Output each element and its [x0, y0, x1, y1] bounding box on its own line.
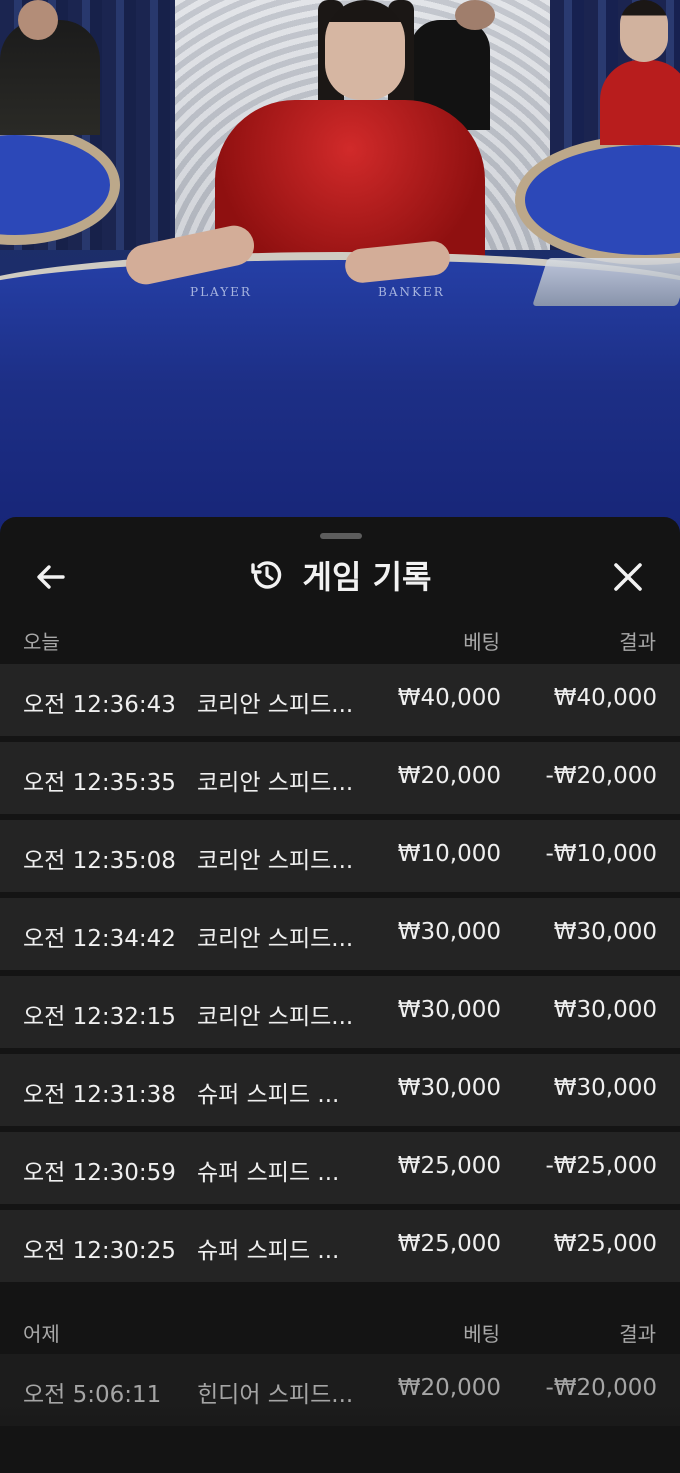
row-result: -₩25,000 — [545, 1153, 657, 1179]
row-bet: ₩30,000 — [397, 1075, 501, 1101]
row-game: 슈퍼 스피드 ... — [197, 1160, 340, 1186]
history-row[interactable]: 오전 12:35:08 코리안 스피드... ₩10,000 -₩10,000 — [0, 820, 680, 892]
result-column-header: 결과 — [619, 1322, 656, 1346]
row-time: 오전 12:31:38 — [23, 1082, 176, 1108]
row-time: 오전 12:30:25 — [23, 1238, 176, 1264]
row-game: 슈퍼 스피드 ... — [197, 1238, 340, 1264]
history-row[interactable]: 오전 12:36:43 코리안 스피드... ₩40,000 ₩40,000 — [0, 664, 680, 736]
history-row[interactable]: 오전 12:35:35 코리안 스피드... ₩20,000 -₩20,000 — [0, 742, 680, 814]
row-result: -₩20,000 — [545, 763, 657, 789]
row-time: 오전 12:30:59 — [23, 1160, 176, 1186]
section-label: 오늘 — [23, 630, 60, 654]
close-button[interactable] — [606, 555, 650, 599]
result-column-header: 결과 — [619, 630, 656, 654]
card-shoe — [532, 258, 680, 306]
row-result: ₩30,000 — [553, 919, 657, 945]
background-dealer-far-right-head — [620, 0, 668, 62]
row-game: 코리안 스피드... — [197, 770, 354, 796]
sheet-header: 게임 기록 — [0, 551, 680, 599]
history-row[interactable]: 오전 12:31:38 슈퍼 스피드 ... ₩30,000 ₩30,000 — [0, 1054, 680, 1126]
history-icon — [250, 561, 281, 589]
section-header-yesterday: 어제 베팅 결과 — [0, 1310, 680, 1350]
row-bet: ₩25,000 — [397, 1231, 501, 1257]
section-label: 어제 — [23, 1322, 60, 1346]
table-label-banker: BANKER — [378, 285, 445, 299]
row-bet: ₩30,000 — [397, 919, 501, 945]
row-result: -₩10,000 — [545, 841, 657, 867]
game-history-sheet: 게임 기록 오늘 베팅 결과 오전 12:36:43 코리안 스피드... ₩4… — [0, 517, 680, 1473]
row-bet: ₩20,000 — [397, 1375, 501, 1401]
live-video-feed: PLAYER BANKER — [0, 0, 680, 540]
row-game: 코리안 스피드... — [197, 848, 354, 874]
section-header-today: 오늘 베팅 결과 — [0, 618, 680, 658]
row-game: 코리안 스피드... — [197, 926, 354, 952]
history-row[interactable]: 오전 12:34:42 코리안 스피드... ₩30,000 ₩30,000 — [0, 898, 680, 970]
background-dealer-right-head — [455, 0, 495, 30]
row-result: ₩25,000 — [553, 1231, 657, 1257]
row-result: ₩40,000 — [553, 685, 657, 711]
sheet-drag-handle[interactable] — [320, 533, 362, 539]
row-time: 오전 12:32:15 — [23, 1004, 176, 1030]
row-bet: ₩20,000 — [397, 763, 501, 789]
history-row[interactable]: 오전 12:30:59 슈퍼 스피드 ... ₩25,000 -₩25,000 — [0, 1132, 680, 1204]
row-game: 슈퍼 스피드 ... — [197, 1082, 340, 1108]
bet-column-header: 베팅 — [463, 1322, 500, 1346]
dealer-head — [325, 0, 405, 100]
row-time: 오전 12:35:35 — [23, 770, 176, 796]
scroll-fade-overlay — [0, 1402, 680, 1473]
row-result: -₩20,000 — [545, 1375, 657, 1401]
history-row[interactable]: 오전 12:30:25 슈퍼 스피드 ... ₩25,000 ₩25,000 — [0, 1210, 680, 1282]
close-icon — [614, 563, 642, 591]
row-result: ₩30,000 — [553, 997, 657, 1023]
background-dealer-left — [0, 20, 100, 135]
row-time: 오전 12:36:43 — [23, 692, 176, 718]
row-bet: ₩10,000 — [397, 841, 501, 867]
table-label-player: PLAYER — [190, 285, 252, 299]
row-result: ₩30,000 — [553, 1075, 657, 1101]
row-game: 코리안 스피드... — [197, 1004, 354, 1030]
row-time: 오전 12:34:42 — [23, 926, 176, 952]
row-bet: ₩25,000 — [397, 1153, 501, 1179]
background-dealer-far-right — [600, 60, 680, 145]
dealer-body — [215, 100, 485, 265]
row-time: 오전 12:35:08 — [23, 848, 176, 874]
row-game: 코리안 스피드... — [197, 692, 354, 718]
background-dealer-left-head — [18, 0, 58, 40]
row-bet: ₩40,000 — [397, 685, 501, 711]
page-title: 게임 기록 — [302, 558, 432, 596]
history-row[interactable]: 오전 12:32:15 코리안 스피드... ₩30,000 ₩30,000 — [0, 976, 680, 1048]
row-bet: ₩30,000 — [397, 997, 501, 1023]
bet-column-header: 베팅 — [463, 630, 500, 654]
